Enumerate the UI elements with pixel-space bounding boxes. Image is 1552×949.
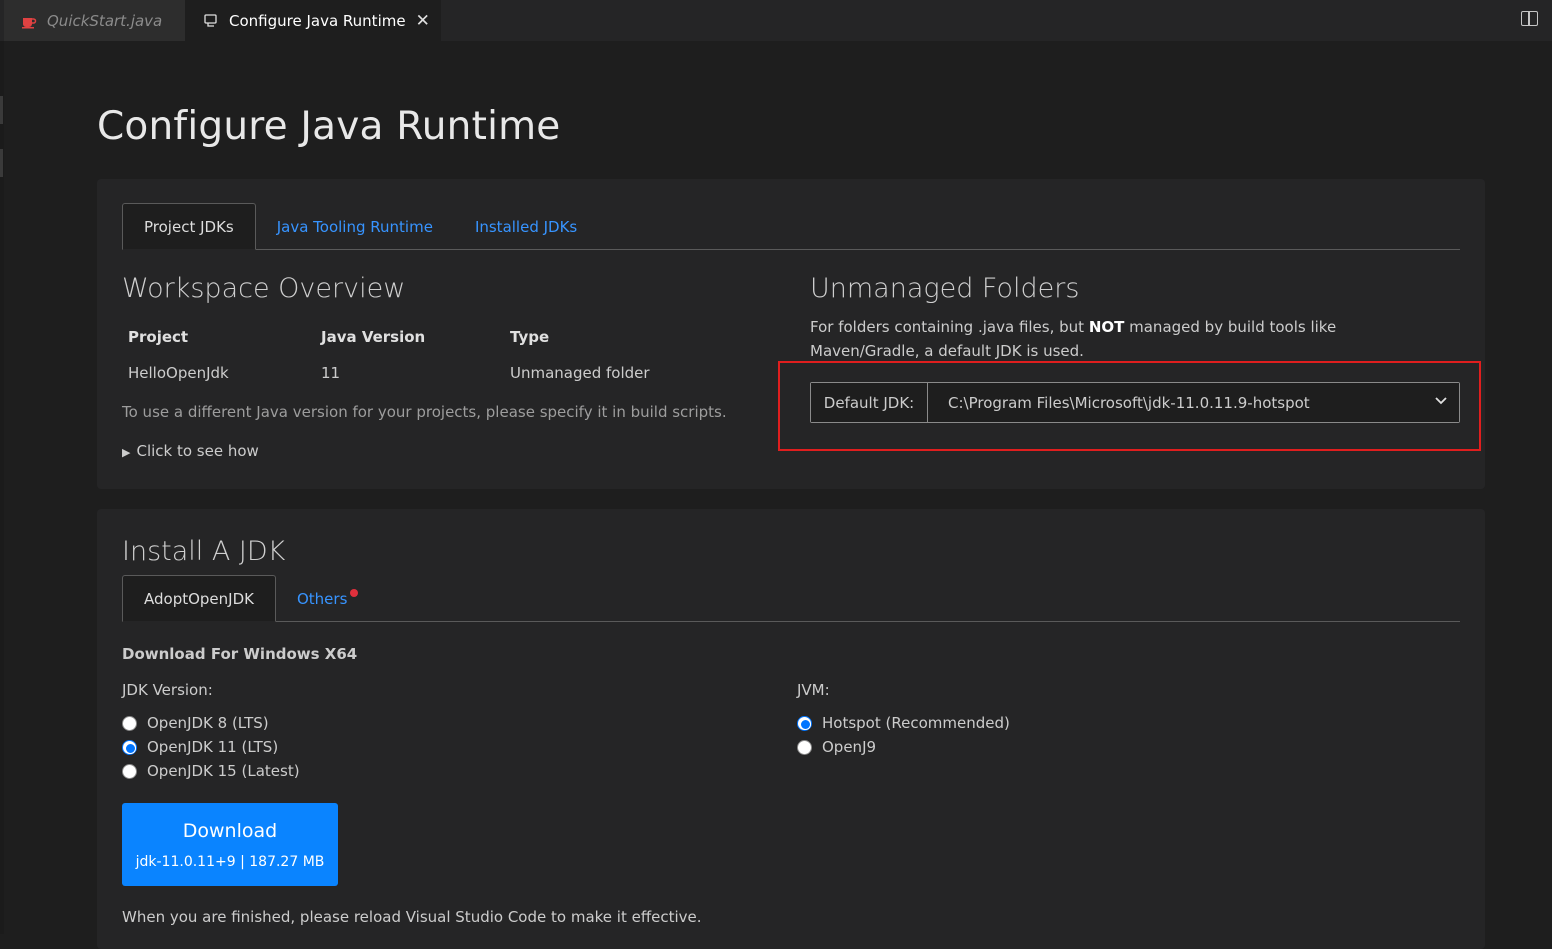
radio-button[interactable] [122, 739, 137, 755]
radio-button[interactable] [797, 715, 812, 731]
tab-project-jdks[interactable]: Project JDKs [122, 203, 256, 250]
java-cup-icon [20, 12, 38, 30]
install-jdk-heading: Install A JDK [122, 536, 286, 567]
page-title: Configure Java Runtime [97, 104, 561, 149]
tab-others[interactable]: Others [276, 575, 379, 622]
reload-hint: When you are finished, please reload Vis… [122, 908, 702, 926]
tab-label: Others [296, 589, 348, 608]
radio-hotspot[interactable]: Hotspot (Recommended) [797, 711, 1010, 735]
default-jdk-value: C:\Program Files\Microsoft\jdk-11.0.11.9… [948, 393, 1310, 412]
runtime-tabs: Project JDKs Java Tooling Runtime Instal… [122, 203, 1460, 250]
tab-label: QuickStart.java [47, 11, 163, 30]
column-header: Java Version [321, 328, 426, 346]
column-header: Project [128, 328, 189, 346]
radio-openj9[interactable]: OpenJ9 [797, 735, 1010, 759]
table-header: Project Java Version Type [122, 319, 690, 355]
radio-label: Hotspot (Recommended) [822, 714, 1010, 732]
default-jdk-label: Default JDK: [811, 383, 928, 422]
java-version-cell: 11 [321, 364, 341, 382]
unmanaged-description: For folders containing .java files, but … [810, 315, 1450, 363]
split-editor-icon[interactable] [1521, 11, 1538, 26]
workspace-overview-heading: Workspace Overview [122, 273, 406, 304]
details-label: Click to see how [136, 442, 259, 460]
disclosure-triangle-icon: ▶ [122, 446, 131, 459]
unmanaged-folders-heading: Unmanaged Folders [810, 273, 1080, 304]
workspace-table: Project Java Version Type HelloOpenJdk 1… [122, 319, 690, 391]
jvm-options: Hotspot (Recommended) OpenJ9 [797, 711, 1010, 759]
jdk-version-label: JDK Version: [122, 681, 213, 699]
tab-installed-jdks[interactable]: Installed JDKs [454, 203, 598, 250]
install-tabs: AdoptOpenJDK Others [122, 575, 1460, 622]
project-cell: HelloOpenJdk [128, 364, 229, 382]
type-cell: Unmanaged folder [510, 364, 650, 382]
download-button[interactable]: Download jdk-11.0.11+9 | 187.27 MB [122, 803, 338, 886]
preview-icon [202, 12, 220, 30]
download-detail: jdk-11.0.11+9 | 187.27 MB [135, 853, 325, 870]
desc-text: For folders containing .java files, but [810, 318, 1089, 336]
tab-java-tooling-runtime[interactable]: Java Tooling Runtime [256, 203, 454, 250]
editor-tab-bar: QuickStart.java Configure Java Runtime ✕ [0, 0, 1552, 41]
radio-openjdk-11[interactable]: OpenJDK 11 (LTS) [122, 735, 300, 759]
radio-button[interactable] [797, 739, 812, 755]
download-label: Download [182, 819, 278, 842]
jdk-version-options: OpenJDK 8 (LTS) OpenJDK 11 (LTS) OpenJDK… [122, 711, 300, 783]
radio-label: OpenJDK 8 (LTS) [147, 714, 269, 732]
radio-label: OpenJ9 [822, 738, 877, 756]
tab-configure-java-runtime[interactable]: Configure Java Runtime ✕ [186, 0, 441, 41]
radio-openjdk-8[interactable]: OpenJDK 8 (LTS) [122, 711, 300, 735]
radio-label: OpenJDK 11 (LTS) [147, 738, 279, 756]
radio-label: OpenJDK 15 (Latest) [147, 762, 300, 780]
jvm-label: JVM: [797, 681, 830, 699]
workspace-hint: To use a different Java version for your… [122, 403, 727, 421]
install-card: Install A JDK AdoptOpenJDK Others Downlo… [97, 509, 1485, 949]
chevron-down-icon [1435, 397, 1447, 405]
click-to-see-how-toggle[interactable]: ▶ Click to see how [122, 442, 259, 460]
radio-openjdk-15[interactable]: OpenJDK 15 (Latest) [122, 759, 300, 783]
tab-label: Configure Java Runtime [229, 11, 406, 30]
close-icon[interactable]: ✕ [416, 11, 430, 31]
default-jdk-group: Default JDK: C:\Program Files\Microsoft\… [810, 382, 1460, 423]
radio-button[interactable] [122, 715, 137, 731]
notification-dot-icon [350, 588, 359, 597]
table-row: HelloOpenJdk 11 Unmanaged folder [122, 355, 690, 391]
runtime-card: Project JDKs Java Tooling Runtime Instal… [97, 179, 1485, 489]
desc-bold: NOT [1088, 318, 1125, 336]
tab-adoptopenjdk[interactable]: AdoptOpenJDK [122, 575, 276, 622]
column-header: Type [510, 328, 550, 346]
radio-button[interactable] [122, 763, 137, 779]
default-jdk-select[interactable]: C:\Program Files\Microsoft\jdk-11.0.11.9… [928, 383, 1459, 422]
download-subheading: Download For Windows X64 [122, 645, 358, 663]
activity-edge [0, 41, 4, 934]
tab-quickstart-java[interactable]: QuickStart.java [4, 0, 186, 41]
